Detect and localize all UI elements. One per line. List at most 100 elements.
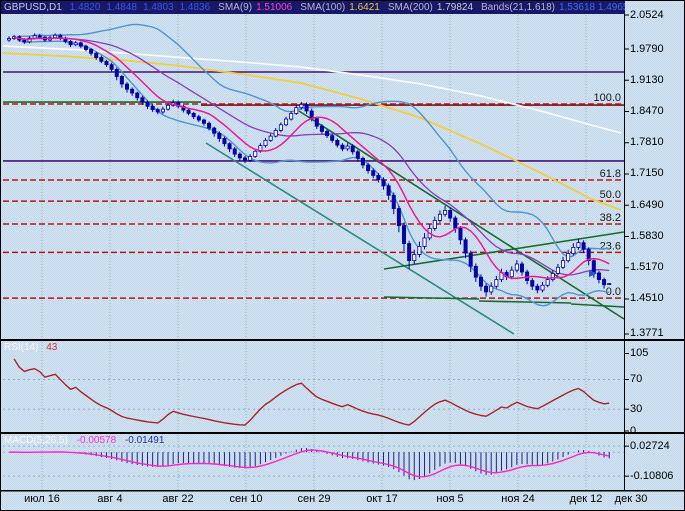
candle-body xyxy=(331,136,334,141)
fib-level-label: 100.0 xyxy=(593,92,621,104)
candle-body xyxy=(459,228,462,239)
candle-body xyxy=(238,154,241,158)
downtrend-line-green xyxy=(299,111,624,319)
candle-body xyxy=(74,43,77,45)
time-axis-label: дек 30 xyxy=(603,493,659,505)
legend-indicator: SMA(100)1.6421 xyxy=(300,2,380,13)
candle-body xyxy=(105,61,108,64)
price-tick-label: 1.7150 xyxy=(630,167,664,179)
legend-indicator-name: SMA(9) xyxy=(218,2,252,13)
legend-bar: GBPUSD,D1 1.4820 1.4848 1.4803 1.4836 SM… xyxy=(1,1,625,14)
candle-body xyxy=(254,151,257,156)
candle-body xyxy=(382,180,385,186)
candle-body xyxy=(264,140,267,145)
candle-body xyxy=(320,126,323,131)
candle-body xyxy=(531,281,534,287)
candle-body xyxy=(110,65,113,70)
candle-body xyxy=(305,104,308,111)
candle-body xyxy=(402,226,405,244)
panel-separator xyxy=(1,432,685,434)
candle-body xyxy=(536,286,539,290)
legend-indicator-value: 1.53618 1.49651 xyxy=(559,2,625,13)
candle-body xyxy=(274,130,277,136)
candle-body xyxy=(377,175,380,179)
candle-body xyxy=(79,43,82,46)
time-axis-label: ноя 24 xyxy=(490,493,546,505)
candle-body xyxy=(597,273,600,280)
macd-name: MACD(5,26,5) xyxy=(4,435,68,446)
candle-body xyxy=(269,136,272,140)
macd-signal-value: -0.01491 xyxy=(125,435,164,446)
candle-body xyxy=(572,247,575,253)
time-axis-label: ноя 5 xyxy=(422,493,478,505)
candle-body xyxy=(423,238,426,247)
candle-body xyxy=(120,76,123,84)
support-segment-1 xyxy=(384,297,479,299)
legend-indicator-value: 1.51006 xyxy=(256,2,292,13)
rsi-tick-label: 105 xyxy=(630,347,648,359)
macd-indicator-label: MACD(5,26,5) -0.00578 -0.01491 xyxy=(4,435,164,446)
candle-body xyxy=(474,266,477,277)
candle-body xyxy=(449,210,452,218)
fib-level-label: 23.6 xyxy=(600,240,621,252)
candle-body xyxy=(192,113,195,116)
price-tick-label: 1.7810 xyxy=(630,136,664,148)
rsi-tick-label: 30 xyxy=(630,403,642,415)
candle-body xyxy=(387,186,390,195)
fib-level-label: 50.0 xyxy=(600,189,621,201)
candle-body xyxy=(413,254,416,260)
candle-body xyxy=(602,280,605,285)
legend-indicator: SMA(9) 1.51006 xyxy=(218,2,292,13)
candle-body xyxy=(115,69,118,76)
price-tick-label: 1.5170 xyxy=(630,261,664,273)
candle-body xyxy=(166,105,169,109)
time-axis-label: авг 4 xyxy=(82,493,138,505)
open-value: 1.4820 xyxy=(70,1,101,14)
candle-body xyxy=(95,53,98,57)
symbol-timeframe-label: GBPUSD,D1 xyxy=(4,1,62,14)
candle-body xyxy=(315,119,318,127)
candle-body xyxy=(54,35,57,37)
candle-body xyxy=(243,158,246,160)
chart-window: GBPUSD,D1 1.4820 1.4848 1.4803 1.4836 SM… xyxy=(0,0,685,511)
fib-level-label: 61.8 xyxy=(600,168,621,180)
macd-main-value: -0.00578 xyxy=(77,435,116,446)
candle-body xyxy=(577,243,580,248)
legend-indicator-value: 1.79824 xyxy=(437,2,473,13)
candle-body xyxy=(372,171,375,176)
candle-body xyxy=(197,117,200,120)
rsi-line xyxy=(14,359,609,425)
close-value: 1.4836 xyxy=(180,1,211,14)
legend-indicator-name: Bands(21,1.618) xyxy=(481,2,555,13)
candle-body xyxy=(38,36,41,37)
candle-body xyxy=(187,110,190,113)
legend-indicator: SMA(200)1.79824 xyxy=(388,2,473,13)
candle-body xyxy=(141,98,144,102)
ohlc-values: 1.4820 1.4848 1.4803 1.4836 xyxy=(70,1,210,14)
candle-body xyxy=(520,264,523,272)
candle-body xyxy=(464,240,467,253)
candle-body xyxy=(100,58,103,62)
candle-body xyxy=(223,138,226,143)
candle-body xyxy=(249,156,252,160)
candle-body xyxy=(346,146,349,149)
candle-body xyxy=(433,220,436,228)
candle-body xyxy=(156,110,159,112)
candle-body xyxy=(397,209,400,226)
high-value: 1.4848 xyxy=(106,1,137,14)
candle-body xyxy=(341,145,344,149)
candle-body xyxy=(443,210,446,214)
candle-body xyxy=(69,41,72,44)
candle-body xyxy=(418,246,421,254)
candle-body xyxy=(515,264,518,270)
candle-body xyxy=(125,84,128,89)
downtrend-channel-teal xyxy=(206,143,514,334)
rsi-value: 43 xyxy=(46,342,57,353)
candle-body xyxy=(161,109,164,112)
candle-body xyxy=(484,286,487,292)
candle-body xyxy=(392,195,395,208)
candle-body xyxy=(23,40,26,42)
candle-body xyxy=(300,104,303,107)
candle-body xyxy=(146,102,149,106)
candle-body xyxy=(84,46,87,49)
